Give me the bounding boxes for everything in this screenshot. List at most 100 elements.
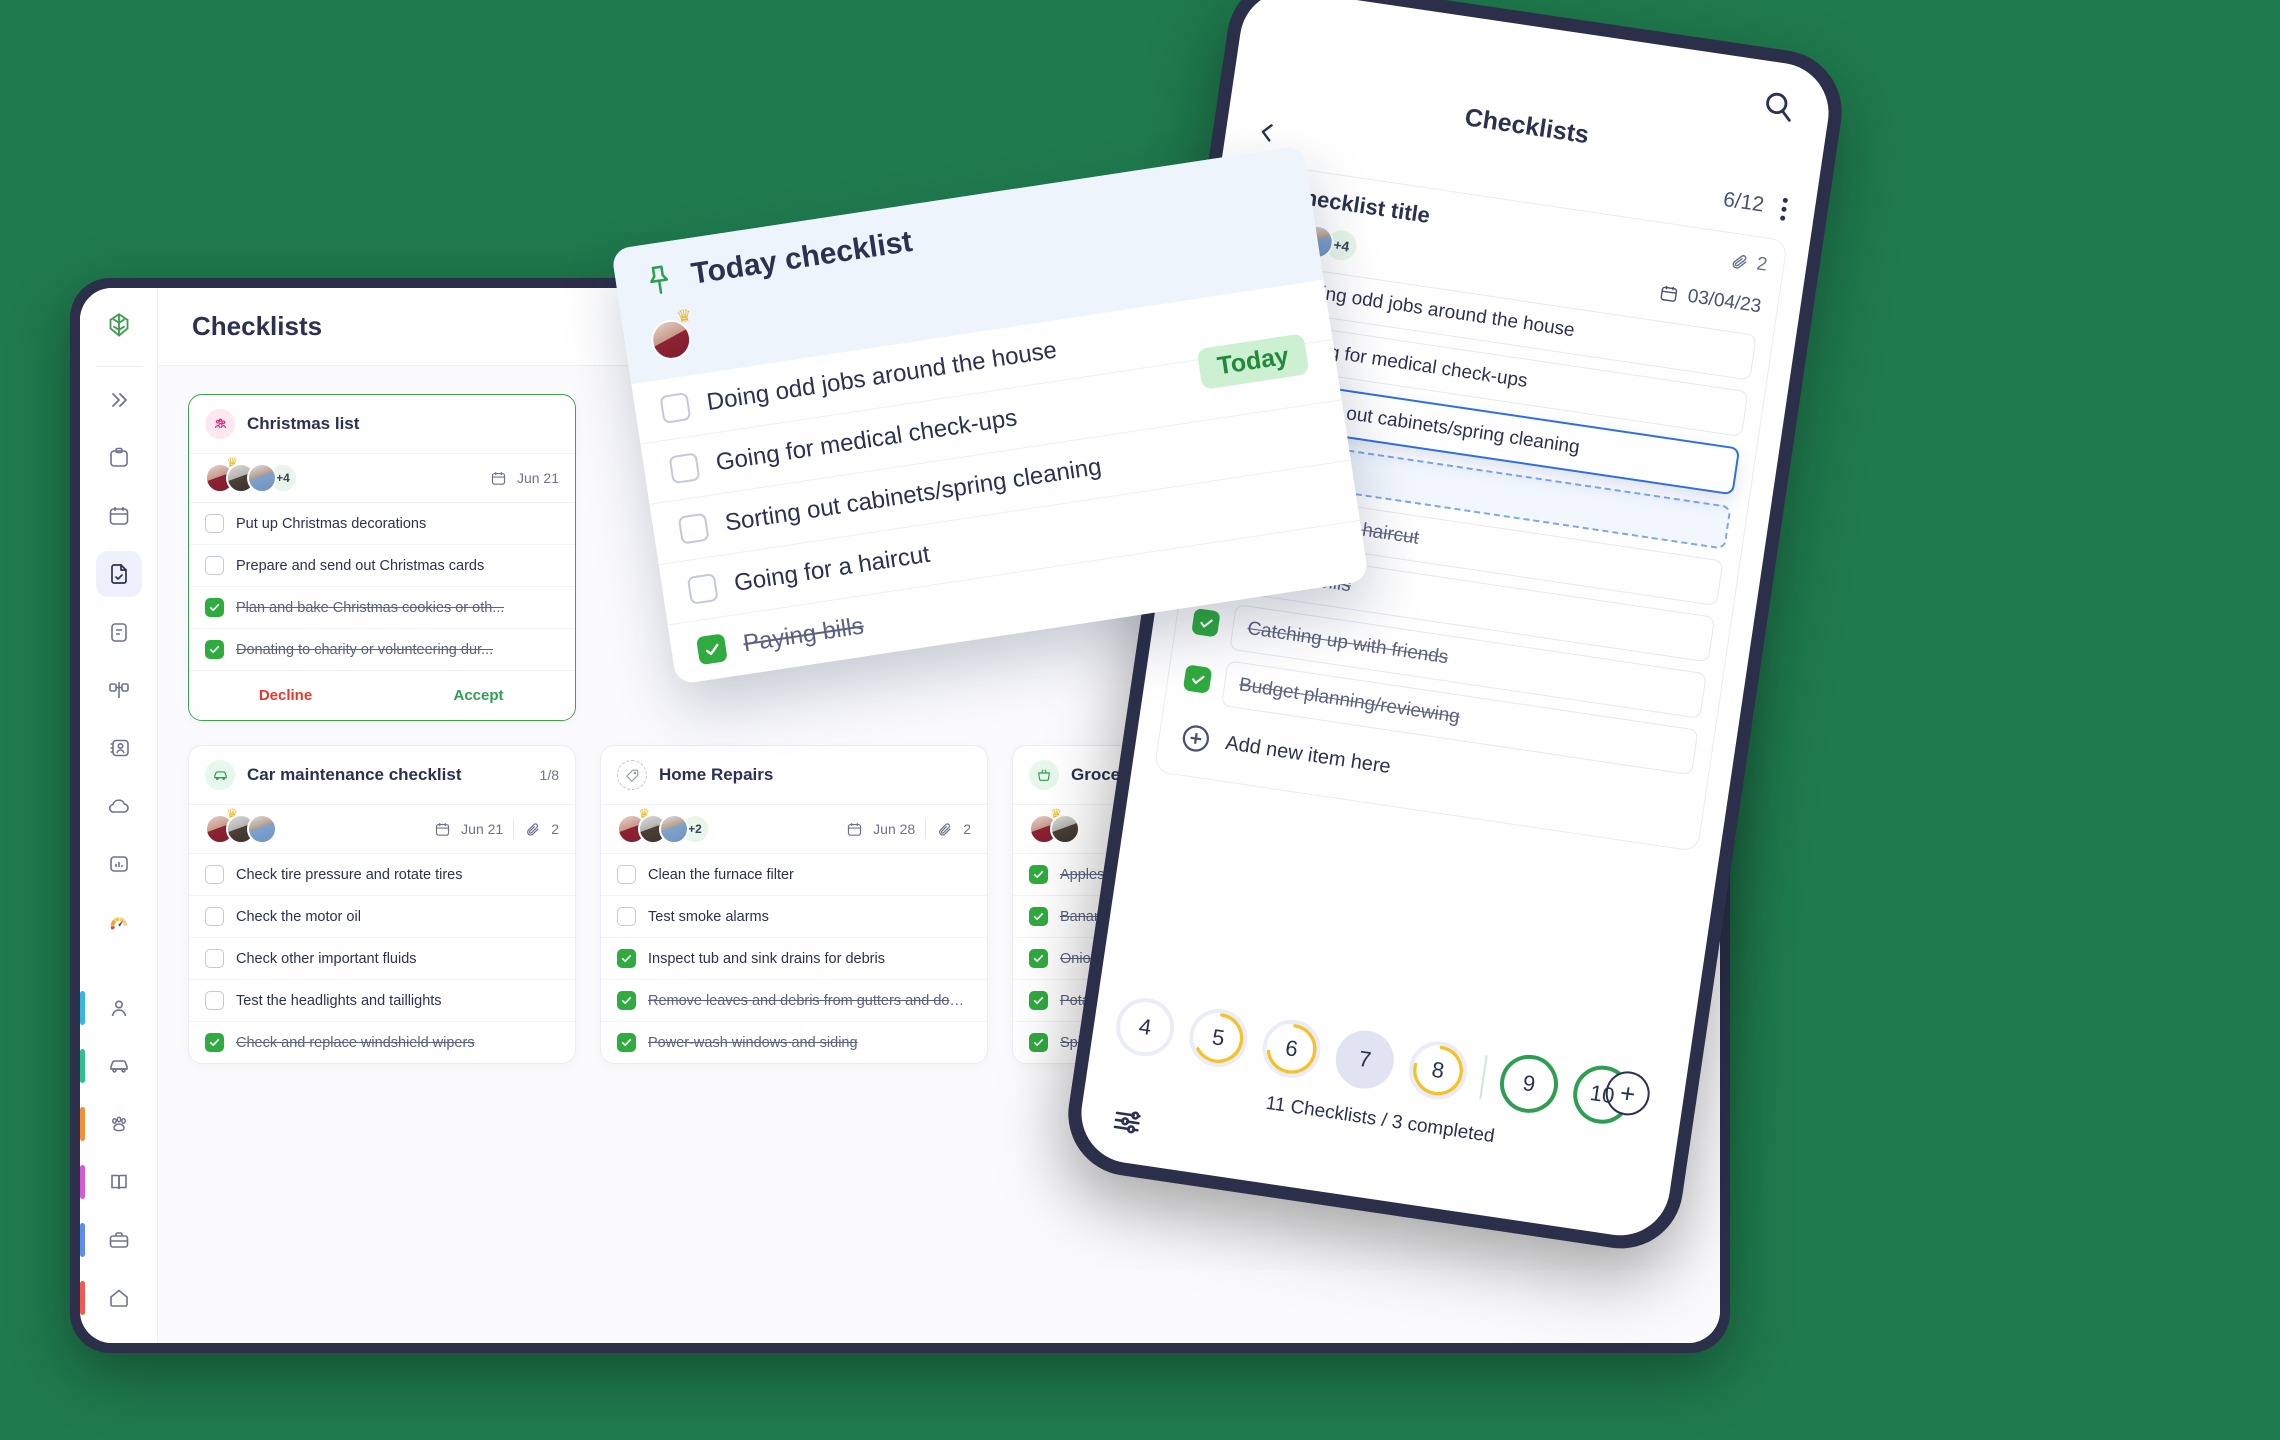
sidebar-item-board[interactable] bbox=[96, 667, 142, 713]
step-indicator-current[interactable]: 7 bbox=[1331, 1026, 1398, 1093]
task-row[interactable]: Clean the furnace filter bbox=[601, 854, 987, 896]
task-checkbox[interactable] bbox=[617, 907, 636, 926]
task-row[interactable]: Power-wash windows and siding bbox=[601, 1022, 987, 1063]
avatar-group[interactable]: ♛ bbox=[1029, 807, 1080, 844]
car-icon bbox=[205, 760, 235, 790]
task-checkbox[interactable] bbox=[205, 865, 224, 884]
step-indicator[interactable]: 5 bbox=[1185, 1005, 1252, 1071]
task-checkbox[interactable] bbox=[205, 556, 224, 575]
sidebar-item-checklists[interactable] bbox=[95, 551, 142, 597]
task-checkbox[interactable] bbox=[205, 991, 224, 1010]
sidebar-item-clipboard[interactable] bbox=[96, 435, 142, 481]
decline-button[interactable]: Decline bbox=[189, 671, 382, 720]
task-checkbox[interactable] bbox=[205, 1033, 224, 1052]
task-checkbox[interactable] bbox=[659, 392, 692, 424]
card-meta: ♛ +2 Jun 28 2 bbox=[601, 805, 987, 854]
sidebar-item-reports[interactable] bbox=[96, 841, 142, 887]
sidebar-item-dashboard[interactable] bbox=[96, 899, 142, 945]
task-row[interactable]: Check tire pressure and rotate tires bbox=[189, 854, 575, 896]
task-label: Prepare and send out Christmas cards bbox=[236, 557, 485, 574]
task-checkbox[interactable] bbox=[617, 991, 636, 1010]
search-icon[interactable] bbox=[1759, 87, 1798, 126]
task-checkbox[interactable] bbox=[668, 452, 701, 485]
task-row[interactable]: Check and replace windshield wipers bbox=[189, 1022, 575, 1063]
kebab-menu-icon[interactable] bbox=[1779, 196, 1789, 221]
sidebar-item-notes[interactable] bbox=[96, 609, 142, 655]
card-christmas-list[interactable]: Christmas list ♛ +4 Jun 21 Put up Christ… bbox=[188, 394, 576, 721]
task-checkbox[interactable] bbox=[1029, 949, 1048, 968]
sidebar-item-home[interactable] bbox=[80, 1275, 142, 1321]
task-checkbox[interactable] bbox=[1029, 991, 1048, 1010]
task-row[interactable]: Remove leaves and debris from gutters an… bbox=[601, 980, 987, 1022]
task-checkbox[interactable] bbox=[1029, 1033, 1048, 1052]
task-label: Check and replace windshield wipers bbox=[236, 1034, 475, 1051]
task-row[interactable]: Test the headlights and taillights bbox=[189, 980, 575, 1022]
sidebar-item-pets[interactable] bbox=[80, 1101, 142, 1147]
task-row[interactable]: Donating to charity or volunteering dur.… bbox=[189, 629, 575, 670]
avatar-group[interactable]: ♛ +4 bbox=[205, 456, 298, 493]
task-checkbox[interactable] bbox=[1029, 907, 1048, 926]
phone-card-date-value: 03/04/23 bbox=[1686, 285, 1763, 318]
task-label: Remove leaves and debris from gutters an… bbox=[648, 992, 971, 1009]
task-checkbox[interactable] bbox=[205, 907, 224, 926]
task-checkbox[interactable] bbox=[695, 633, 728, 666]
task-checkbox[interactable] bbox=[205, 640, 224, 659]
plus-circle-icon bbox=[1178, 720, 1214, 756]
avatar bbox=[1050, 814, 1080, 844]
task-checkbox[interactable] bbox=[617, 949, 636, 968]
attachment-count: 2 bbox=[1755, 253, 1769, 276]
sidebar-item-work[interactable] bbox=[80, 1217, 142, 1263]
card-meta: ♛ Jun 21 2 bbox=[189, 805, 575, 854]
task-row[interactable]: Prepare and send out Christmas cards bbox=[189, 545, 575, 587]
task-row[interactable]: Put up Christmas decorations bbox=[189, 503, 575, 545]
sidebar-item-calendar[interactable] bbox=[96, 493, 142, 539]
page-title: Checklists bbox=[192, 311, 323, 341]
sidebar-collapse-button[interactable] bbox=[96, 377, 142, 423]
sidebar-item-profile[interactable] bbox=[80, 985, 142, 1031]
task-checkbox[interactable] bbox=[677, 512, 710, 545]
task-list: Check tire pressure and rotate tires Che… bbox=[189, 854, 575, 1063]
task-checkbox[interactable] bbox=[686, 572, 719, 605]
task-checkbox[interactable] bbox=[1191, 607, 1221, 638]
task-row[interactable]: Inspect tub and sink drains for debris bbox=[601, 938, 987, 980]
task-checkbox[interactable] bbox=[617, 1033, 636, 1052]
crown-icon: ♛ bbox=[675, 305, 694, 327]
step-indicator[interactable]: 8 bbox=[1405, 1037, 1471, 1104]
card-meta: ♛ +4 Jun 21 bbox=[189, 454, 575, 503]
avatar-group[interactable]: ♛ bbox=[205, 807, 277, 844]
clipboard-icon bbox=[109, 447, 128, 467]
attachment-info: 2 bbox=[1728, 249, 1769, 276]
card-attachment-count: 2 bbox=[551, 821, 559, 837]
back-button[interactable] bbox=[1252, 118, 1282, 148]
task-row[interactable]: Check the motor oil bbox=[189, 896, 575, 938]
tree-logo-icon[interactable] bbox=[96, 304, 142, 350]
task-checkbox[interactable] bbox=[205, 949, 224, 968]
sidebar-item-library[interactable] bbox=[80, 1159, 142, 1205]
sidebar-item-cloud[interactable] bbox=[96, 783, 142, 829]
task-checkbox[interactable] bbox=[1182, 664, 1213, 694]
step-indicator[interactable]: 4 bbox=[1112, 994, 1179, 1061]
task-row[interactable]: Check other important fluids bbox=[189, 938, 575, 980]
step-indicator[interactable]: 6 bbox=[1258, 1015, 1325, 1082]
calendar-icon bbox=[109, 507, 128, 525]
task-row[interactable]: Plan and bake Christmas cookies or oth..… bbox=[189, 587, 575, 629]
sidebar-item-contacts[interactable] bbox=[96, 725, 142, 771]
task-checkbox[interactable] bbox=[205, 598, 224, 617]
task-label: Power-wash windows and siding bbox=[648, 1034, 858, 1051]
sliders-icon[interactable] bbox=[1108, 1102, 1147, 1141]
card-home-repairs[interactable]: Home Repairs ♛ +2 Jun 28 2 Clean the fur… bbox=[600, 745, 988, 1064]
accept-button[interactable]: Accept bbox=[382, 671, 575, 720]
task-checkbox[interactable] bbox=[205, 514, 224, 533]
card-due-date: Jun 21 bbox=[461, 821, 504, 837]
task-checkbox[interactable] bbox=[617, 865, 636, 884]
task-row[interactable]: Test smoke alarms bbox=[601, 896, 987, 938]
avatar-group[interactable]: ♛ +2 bbox=[617, 807, 710, 844]
step-indicator-complete[interactable]: 9 bbox=[1496, 1050, 1562, 1117]
task-checkbox[interactable] bbox=[1029, 865, 1048, 884]
calendar-icon bbox=[436, 822, 450, 836]
task-label: Plan and bake Christmas cookies or oth..… bbox=[236, 599, 505, 616]
sidebar-item-vehicles[interactable] bbox=[80, 1043, 142, 1089]
sidebar-divider bbox=[95, 366, 142, 367]
card-car-maintenance[interactable]: Car maintenance checklist 1/8 ♛ Jun 21 2… bbox=[188, 745, 576, 1064]
task-label: Test smoke alarms bbox=[648, 908, 769, 925]
